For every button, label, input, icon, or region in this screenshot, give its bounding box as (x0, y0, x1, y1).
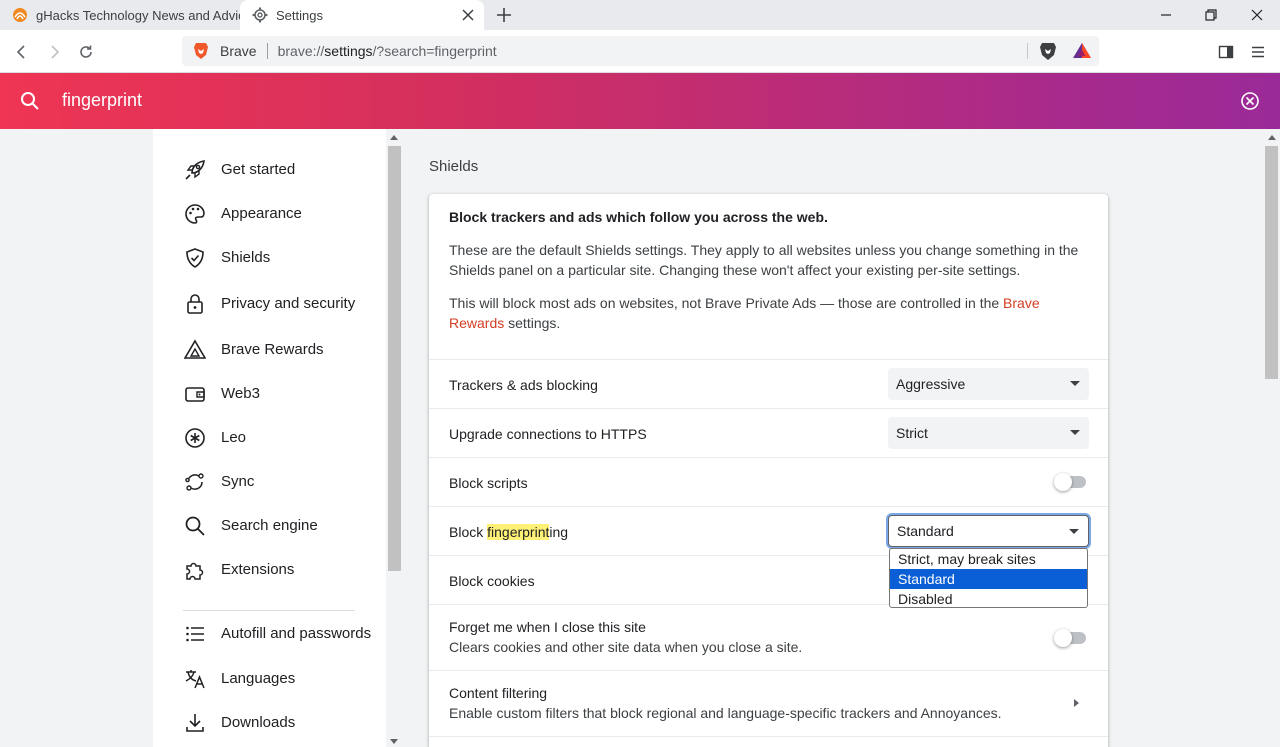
omnibox-separator (266, 43, 268, 59)
sidebar-item-shields[interactable]: Shields (183, 242, 270, 274)
tab-title: Settings (276, 7, 323, 23)
ghacks-favicon-icon (12, 7, 28, 23)
filtering-label: Content filtering (449, 685, 548, 701)
scripts-toggle[interactable] (1054, 472, 1086, 492)
scripts-label: Block scripts (449, 475, 528, 491)
shields-card: Block trackers and ads which follow you … (429, 194, 1108, 747)
search-highlight: fingerprint (487, 524, 550, 540)
sidebar-item-extensions[interactable]: Extensions (183, 554, 294, 586)
close-tab-icon[interactable] (460, 7, 476, 23)
sidebar-item-appearance[interactable]: Appearance (183, 198, 302, 230)
fingerprinting-options-list[interactable]: Strict, may break sites Standard Disable… (889, 548, 1088, 608)
sidebar-item-privacy[interactable]: Privacy and security (183, 288, 355, 320)
trackers-label: Trackers & ads blocking (449, 377, 598, 393)
back-icon[interactable] (9, 39, 35, 65)
toolbar: Brave brave://settings/?search=fingerpri… (0, 30, 1280, 73)
translate-icon (183, 667, 207, 691)
page-scroll-thumb[interactable] (1265, 146, 1278, 379)
puzzle-icon (183, 558, 207, 582)
tab-strip: gHacks Technology News and Advice Settin… (0, 0, 1280, 30)
trackers-row: Trackers & ads blocking Aggressive (429, 359, 1108, 408)
rocket-icon (183, 158, 207, 182)
card-description: These are the default Shields settings. … (449, 242, 1079, 278)
cookies-label: Block cookies (449, 573, 535, 589)
sidebar-item-web3[interactable]: Web3 (183, 378, 260, 410)
menu-icon[interactable] (1247, 41, 1269, 63)
scripts-row: Block scripts (429, 457, 1108, 506)
minimize-icon[interactable] (1143, 0, 1189, 30)
option-disabled[interactable]: Disabled (890, 589, 1087, 607)
sidebar-scroll-up-icon[interactable] (390, 135, 398, 140)
new-tab-icon[interactable] (494, 5, 514, 25)
forget-toggle[interactable] (1054, 628, 1086, 648)
sidebar-item-get-started[interactable]: Get started (183, 154, 295, 186)
lock-icon (183, 292, 207, 316)
tab-settings[interactable]: Settings (240, 0, 484, 30)
brave-rewards-icon[interactable] (1072, 41, 1092, 61)
leo-asterisk-icon (183, 426, 207, 450)
address-bar[interactable]: Brave brave://settings/?search=fingerpri… (182, 36, 1099, 66)
forget-row: Forget me when I close this site Clears … (429, 604, 1108, 670)
option-strict[interactable]: Strict, may break sites (890, 549, 1087, 569)
https-select[interactable]: Strict (888, 417, 1089, 449)
trackers-select[interactable]: Aggressive (888, 368, 1089, 400)
gear-icon (252, 7, 268, 23)
https-row: Upgrade connections to HTTPS Strict (429, 408, 1108, 457)
window-close-icon[interactable] (1234, 0, 1280, 30)
chevron-down-icon (1069, 529, 1079, 534)
section-title: Shields (429, 158, 479, 175)
shield-icon (183, 246, 207, 270)
option-standard[interactable]: Standard (890, 569, 1087, 589)
settings-sidebar: Get started Appearance Shields Privacy a… (153, 129, 386, 747)
sidebar-scroll-thumb[interactable] (388, 146, 401, 571)
brave-lion-icon (192, 42, 210, 60)
sidebar-item-downloads[interactable]: Downloads (183, 707, 295, 739)
filtering-sublabel: Enable custom filters that block regiona… (449, 705, 1002, 721)
card-heading: Block trackers and ads which follow you … (449, 209, 828, 225)
sidebar-item-search-engine[interactable]: Search engine (183, 510, 318, 542)
tab-ghacks[interactable]: gHacks Technology News and Advice (0, 0, 240, 30)
download-icon (183, 711, 207, 735)
clear-search-icon[interactable] (1240, 91, 1260, 111)
reload-icon[interactable] (73, 39, 99, 65)
forward-icon[interactable] (41, 39, 67, 65)
search-icon (20, 91, 40, 111)
chevron-down-icon (1070, 430, 1080, 435)
card-rewards-note: This will block most ads on websites, no… (449, 295, 1040, 331)
restore-icon[interactable] (1188, 0, 1234, 30)
settings-search-bar: fingerprint (0, 73, 1280, 129)
fingerprinting-select[interactable]: Standard (888, 515, 1089, 547)
forget-label: Forget me when I close this site (449, 619, 646, 635)
tab-title: gHacks Technology News and Advice (36, 7, 240, 23)
content-filtering-row[interactable]: Content filtering Enable custom filters … (429, 670, 1108, 736)
site-chip-label: Brave (220, 43, 257, 59)
forget-sublabel: Clears cookies and other site data when … (449, 639, 803, 655)
sidebar-item-autofill[interactable]: Autofill and passwords (183, 618, 371, 650)
sidebar-item-languages[interactable]: Languages (183, 663, 295, 695)
list-icon (183, 622, 207, 646)
brave-shields-icon[interactable] (1038, 41, 1058, 61)
omnibox-divider (1027, 43, 1028, 59)
sidebar-item-brave-rewards[interactable]: Brave Rewards (183, 334, 324, 366)
fingerprinting-label: Block fingerprinting (449, 524, 569, 540)
chevron-down-icon (1070, 381, 1080, 386)
search-icon (183, 514, 207, 538)
search-input[interactable]: fingerprint (62, 90, 142, 111)
sync-icon (183, 470, 207, 494)
next-row (429, 736, 1108, 747)
sidebar-item-leo[interactable]: Leo (183, 422, 246, 454)
https-label: Upgrade connections to HTTPS (449, 426, 647, 442)
bat-triangle-icon (183, 338, 207, 362)
chevron-right-icon[interactable] (1074, 699, 1079, 707)
url-text: brave://settings/?search=fingerprint (277, 43, 497, 59)
sidebar-scroll-down-icon[interactable] (390, 739, 398, 744)
sidebar-toggle-icon[interactable] (1215, 41, 1237, 63)
wallet-icon (183, 382, 207, 406)
sidebar-item-sync[interactable]: Sync (183, 466, 254, 498)
sidebar-divider (183, 610, 355, 611)
page-scroll-up-icon[interactable] (1268, 135, 1276, 140)
palette-icon (183, 202, 207, 226)
